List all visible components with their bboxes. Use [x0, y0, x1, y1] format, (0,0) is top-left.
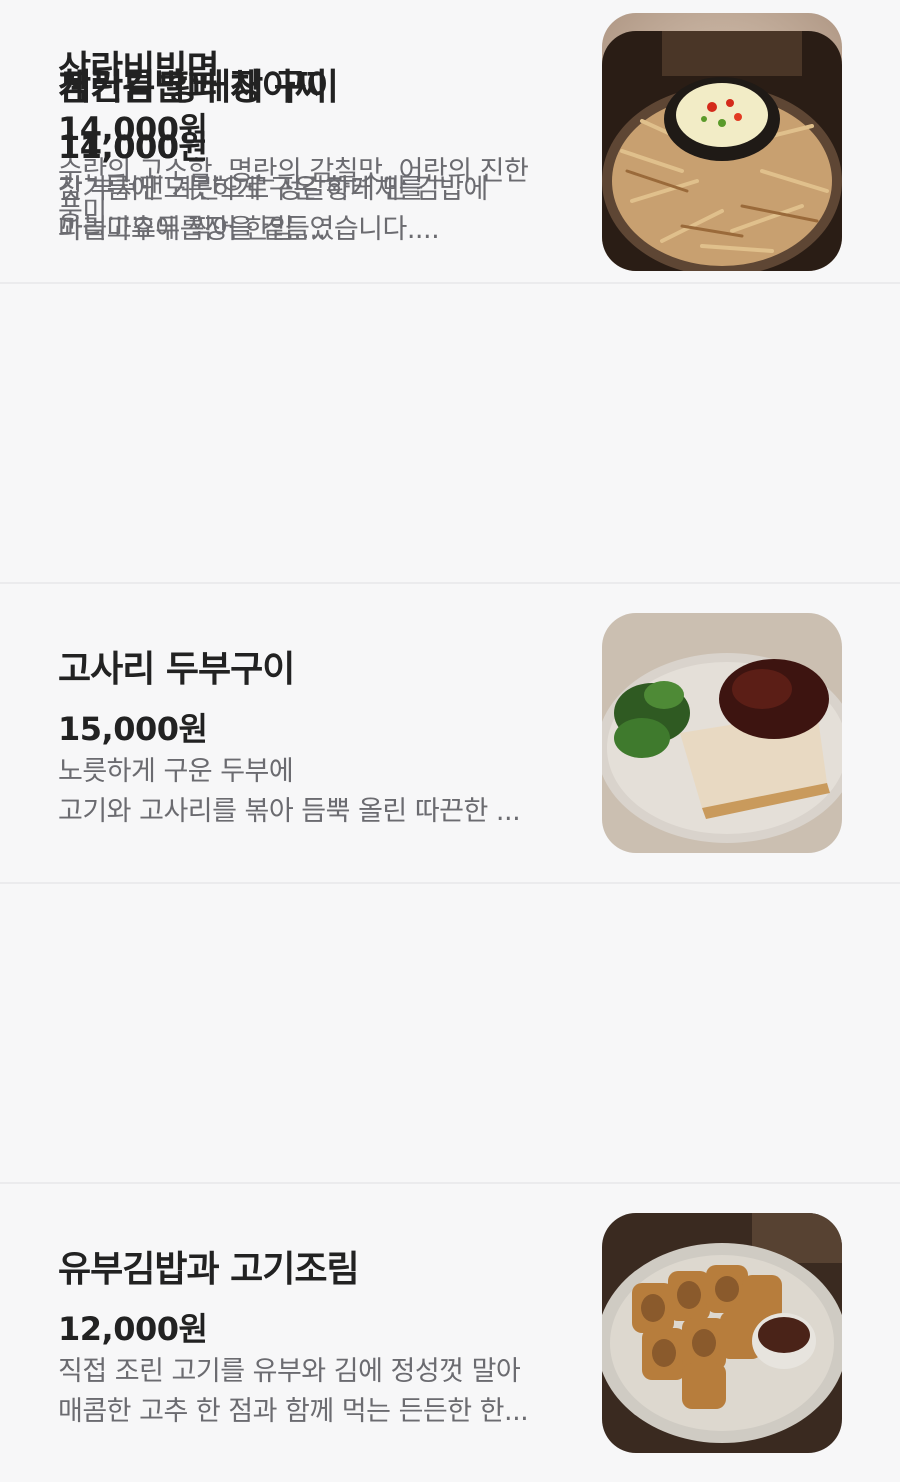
menu-item-name: 고사리 두부구이	[58, 649, 295, 690]
menu-item-price: 14,000원	[58, 128, 208, 166]
menu-item-name: 참기름 황태채 구이	[58, 67, 339, 108]
description-line: 마늘마요에 찍어 한입....	[58, 214, 326, 245]
menu-item-description: 노릇하게 구운 두부에 고기와 고사리를 볶아 듬뿍 올린 따끈한 ...	[58, 752, 568, 832]
divider	[0, 882, 900, 884]
description-line: 노릇하게 구운 두부에	[58, 756, 294, 787]
menu-item-price: 15,000원	[58, 710, 208, 748]
yubu-gimbap-photo[interactable]	[602, 1213, 842, 1453]
description-line: 직접 조린 고기를 유부와 김에 정성껏 말아	[58, 1356, 521, 1387]
menu-item-description: 직접 조린 고기를 유부와 김에 정성껏 말아 매콤한 고추 한 점과 함께 먹…	[58, 1352, 568, 1432]
description-line: 참기름에 노릇하게 구운 황태채를	[58, 174, 424, 205]
menu-item-gosari-dubu-gui[interactable]: 고사리 두부구이 15,000원 노릇하게 구운 두부에 고기와 고사리를 볶아…	[0, 582, 900, 882]
description-line: 고기와 고사리를 볶아 듬뿍 올린 따끈한 ...	[58, 796, 521, 827]
menu-item-description: 참기름에 노릇하게 구운 황태채를 마늘마요에 찍어 한입....	[58, 170, 568, 250]
description-line: 매콤한 고추 한 점과 함께 먹는 든든한 한...	[58, 1396, 529, 1427]
divider	[0, 1182, 900, 1184]
menu-item-name: 유부김밥과 고기조림	[58, 1249, 360, 1290]
menu-item-yubu-gimbap[interactable]: 유부김밥과 고기조림 12,000원 직접 조린 고기를 유부와 김에 정성껏 …	[0, 1182, 900, 1482]
divider	[0, 582, 900, 584]
menu-item-hwangtaechae-gui[interactable]: 참기름 황태채 구이 14,000원 참기름에 노릇하게 구운 황태채를 마늘마…	[0, 0, 900, 300]
menu-item-price: 12,000원	[58, 1310, 208, 1348]
grilled-tofu-photo[interactable]	[602, 613, 842, 853]
dried-pollack-photo[interactable]	[602, 31, 842, 271]
menu-list: 삼란비빔면 14,000원 수란의 고소함, 명란의 감칠맛, 어란의 진한 풍…	[0, 0, 900, 1470]
